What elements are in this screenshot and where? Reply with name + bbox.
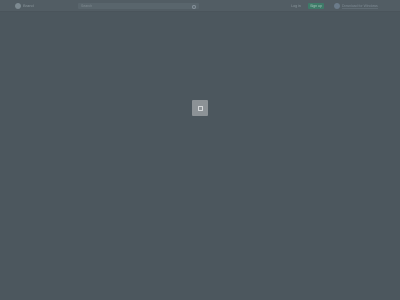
- loading-indicator: [192, 100, 208, 116]
- modal-overlay: [0, 0, 400, 300]
- loader-icon: [198, 106, 203, 111]
